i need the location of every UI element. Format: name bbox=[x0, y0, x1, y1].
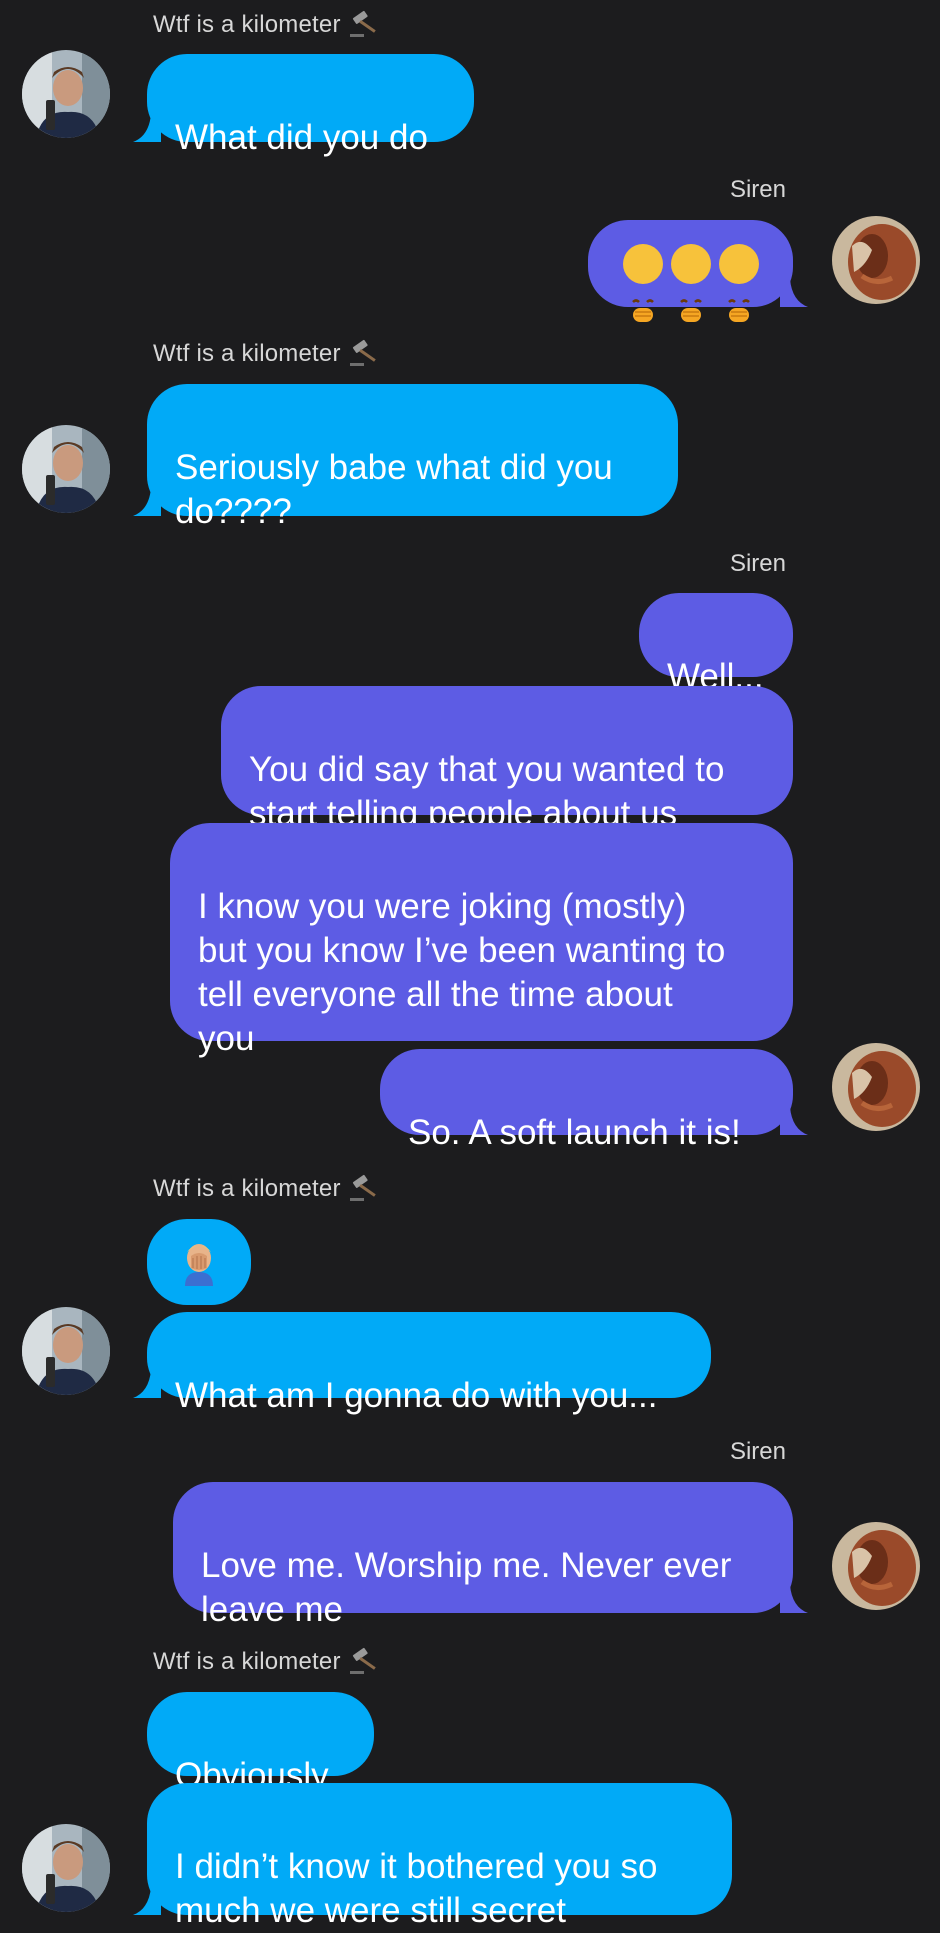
bubble-tail bbox=[780, 1107, 808, 1135]
bubble-tail bbox=[133, 1887, 161, 1915]
message-text: I didn’t know it bothered you so much we… bbox=[175, 1847, 658, 1930]
message-text: You did say that you wanted to start tel… bbox=[249, 750, 725, 833]
bubble-tail bbox=[780, 279, 808, 307]
avatar[interactable] bbox=[832, 1043, 920, 1131]
message-bubble-outgoing[interactable]: So. A soft launch it is! bbox=[380, 1049, 793, 1152]
message-bubble-outgoing[interactable]: I know you were joking (mostly) but you … bbox=[170, 823, 793, 1058]
message-bubble-incoming[interactable] bbox=[147, 1219, 251, 1305]
message-text: So. A soft launch it is! bbox=[408, 1113, 741, 1152]
message-text: What am I gonna do with you... bbox=[175, 1376, 658, 1415]
sender-name: Siren bbox=[729, 1438, 786, 1465]
gavel-icon bbox=[349, 1174, 376, 1201]
gavel-icon bbox=[349, 10, 376, 37]
sender-name: Wtf is a kilometer bbox=[153, 1648, 341, 1675]
message-bubble-outgoing[interactable]: Well... bbox=[639, 593, 793, 696]
message-text: Love me. Worship me. Never ever leave me bbox=[201, 1546, 732, 1629]
message-text: Seriously babe what did you do???? bbox=[175, 448, 613, 531]
face-with-hand-over-mouth-emoji bbox=[670, 243, 711, 322]
message-bubble-outgoing[interactable]: Love me. Worship me. Never ever leave me bbox=[173, 1482, 793, 1629]
message-bubble-incoming[interactable]: What am I gonna do with you... bbox=[147, 1312, 711, 1415]
face-with-hand-over-mouth-emoji bbox=[718, 243, 759, 322]
bubble-tail bbox=[133, 1370, 161, 1398]
avatar[interactable] bbox=[832, 1522, 920, 1610]
message-bubble-incoming[interactable]: What did you do bbox=[147, 54, 474, 157]
sender-name: Wtf is a kilometer bbox=[153, 1175, 341, 1202]
sender-name: Siren bbox=[729, 550, 786, 577]
man-facepalming-emoji bbox=[185, 1244, 213, 1286]
message-bubble-incoming[interactable]: Seriously babe what did you do???? bbox=[147, 384, 678, 531]
sender-name: Wtf is a kilometer bbox=[153, 11, 341, 38]
message-bubble-incoming[interactable]: Obviously bbox=[147, 1692, 374, 1795]
sender-name: Siren bbox=[729, 176, 786, 203]
sender-name: Wtf is a kilometer bbox=[153, 340, 341, 367]
bubble-tail bbox=[133, 114, 161, 142]
gavel-icon bbox=[349, 1647, 376, 1674]
gavel-icon bbox=[349, 339, 376, 366]
message-bubble-incoming[interactable]: I didn’t know it bothered you so much we… bbox=[147, 1783, 732, 1930]
sender-header: Wtf is a kilometer bbox=[153, 1647, 383, 1677]
avatar[interactable] bbox=[22, 1824, 110, 1912]
message-text: What did you do bbox=[175, 118, 428, 157]
sender-header: Wtf is a kilometer bbox=[153, 10, 383, 40]
bubble-tail bbox=[133, 488, 161, 516]
avatar[interactable] bbox=[22, 50, 110, 138]
avatar[interactable] bbox=[832, 216, 920, 304]
bubble-tail bbox=[780, 1585, 808, 1613]
avatar[interactable] bbox=[22, 1307, 110, 1395]
message-bubble-outgoing[interactable] bbox=[588, 220, 793, 322]
message-bubble-outgoing[interactable]: You did say that you wanted to start tel… bbox=[221, 686, 793, 833]
sender-header: Wtf is a kilometer bbox=[153, 339, 383, 369]
sender-header: Wtf is a kilometer bbox=[153, 1174, 383, 1204]
message-text: I know you were joking (mostly) but you … bbox=[198, 887, 726, 1058]
avatar[interactable] bbox=[22, 425, 110, 513]
face-with-hand-over-mouth-emoji bbox=[622, 243, 663, 322]
